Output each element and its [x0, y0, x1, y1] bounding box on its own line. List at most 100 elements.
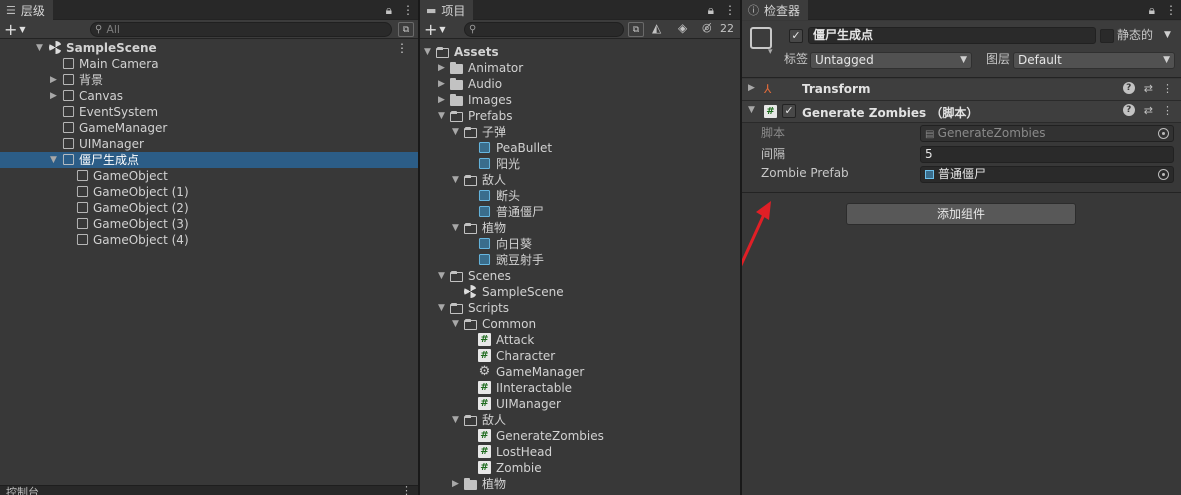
collapse-arrow-icon[interactable]: ▼: [50, 152, 60, 168]
project-tree-item[interactable]: # Attack: [420, 332, 740, 348]
project-tree-item[interactable]: ▼ Prefabs: [420, 108, 740, 124]
project-tree-item[interactable]: 普通僵尸: [420, 204, 740, 220]
hierarchy-item[interactable]: ▼ 僵尸生成点: [0, 152, 418, 168]
filter-label-icon[interactable]: ◈: [678, 21, 687, 35]
expand-arrow-icon[interactable]: ▶: [438, 92, 448, 108]
more-menu-icon[interactable]: ⋮: [402, 3, 414, 17]
collapse-arrow-icon[interactable]: ▼: [452, 412, 462, 428]
more-menu-icon[interactable]: ⋮: [724, 3, 736, 17]
tag-dropdown[interactable]: Untagged ▼: [810, 52, 972, 69]
project-tree-item[interactable]: ▶ 植物: [420, 476, 740, 492]
add-component-button[interactable]: 添加组件: [846, 203, 1076, 225]
expand-arrow-icon[interactable]: ▶: [50, 72, 60, 88]
project-tree-item[interactable]: SampleScene: [420, 284, 740, 300]
collapse-arrow-icon[interactable]: ▼: [452, 316, 462, 332]
collapse-arrow-icon[interactable]: ▼: [424, 44, 434, 60]
collapse-arrow-icon[interactable]: ▼: [452, 172, 462, 188]
expand-arrow-icon[interactable]: ▼: [36, 40, 46, 56]
project-tree-item[interactable]: # Character: [420, 348, 740, 364]
hierarchy-item[interactable]: Main Camera: [0, 56, 418, 72]
project-tree-item[interactable]: 豌豆射手: [420, 252, 740, 268]
project-tree-item[interactable]: PeaBullet: [420, 140, 740, 156]
create-asset-button[interactable]: + ▼: [424, 20, 446, 39]
more-menu-icon[interactable]: ⋮: [1162, 104, 1173, 117]
project-tree-item[interactable]: ▶ Animator: [420, 60, 740, 76]
hierarchy-item[interactable]: GameManager: [0, 120, 418, 136]
more-menu-icon[interactable]: ⋮: [1165, 3, 1177, 17]
zombie-prefab-field[interactable]: 普通僵尸: [920, 166, 1174, 183]
preset-icon[interactable]: ⇄: [1144, 82, 1153, 95]
interval-field[interactable]: 5: [920, 146, 1174, 163]
expand-arrow-icon[interactable]: ▶: [452, 476, 462, 492]
project-tree-item[interactable]: # UIManager: [420, 396, 740, 412]
hierarchy-item[interactable]: GameObject (3): [0, 216, 418, 232]
project-tree-item[interactable]: # Zombie: [420, 460, 740, 476]
expand-arrow-icon[interactable]: ▶: [748, 83, 755, 93]
console-more-icon[interactable]: ⋮: [401, 484, 412, 495]
collapse-arrow-icon[interactable]: ▼: [452, 124, 462, 140]
transform-component-header[interactable]: ▶ ⅄ Transform ? ⇄ ⋮: [742, 79, 1181, 101]
project-tree-item[interactable]: # GenerateZombies: [420, 428, 740, 444]
project-tree-item[interactable]: ▼ Scripts: [420, 300, 740, 316]
collapse-arrow-icon[interactable]: ▼: [438, 300, 448, 316]
hierarchy-search-input[interactable]: ⚲ All: [90, 22, 392, 37]
help-icon[interactable]: ?: [1122, 82, 1135, 94]
more-menu-icon[interactable]: ⋮: [1162, 82, 1173, 95]
scene-row[interactable]: ▼ SampleScene ⋮: [0, 40, 418, 56]
hierarchy-item[interactable]: ▶ 背景: [0, 72, 418, 88]
lock-icon[interactable]: 🔒︎: [1149, 3, 1155, 18]
project-tree-item[interactable]: ▼ Common: [420, 316, 740, 332]
lock-icon[interactable]: 🔒︎: [708, 3, 714, 18]
project-tree-item[interactable]: ▼ Assets: [420, 44, 740, 60]
tab-hierarchy[interactable]: ☰ 层级: [0, 0, 53, 20]
scene-menu-icon[interactable]: ⋮: [396, 40, 408, 56]
lock-icon[interactable]: 🔒︎: [386, 3, 392, 18]
project-tree-item[interactable]: # LostHead: [420, 444, 740, 460]
hierarchy-item[interactable]: GameObject (4): [0, 232, 418, 248]
project-tree-item[interactable]: 向日葵: [420, 236, 740, 252]
hierarchy-item[interactable]: GameObject: [0, 168, 418, 184]
expand-arrow-icon[interactable]: ▶: [438, 60, 448, 76]
hierarchy-item[interactable]: EventSystem: [0, 104, 418, 120]
hierarchy-item[interactable]: ▶ Canvas: [0, 88, 418, 104]
project-tree-item[interactable]: ▼ 敌人: [420, 172, 740, 188]
generate-zombies-component-header[interactable]: ▼ # ✓ Generate Zombies （脚本） ? ⇄ ⋮: [742, 101, 1181, 123]
collapse-arrow-icon[interactable]: ▼: [748, 105, 755, 115]
project-search-input[interactable]: ⚲: [464, 22, 624, 37]
project-tree-item[interactable]: ▼ 子弹: [420, 124, 740, 140]
expand-arrow-icon[interactable]: ▶: [50, 88, 60, 104]
object-name-field[interactable]: 僵尸生成点: [808, 27, 1096, 44]
preset-icon[interactable]: ⇄: [1144, 104, 1153, 117]
project-tree-item[interactable]: ▼ 敌人: [420, 412, 740, 428]
layer-dropdown[interactable]: Default ▼: [1013, 52, 1175, 69]
component-enabled-checkbox[interactable]: ✓: [782, 104, 796, 118]
expand-arrow-icon[interactable]: ▶: [438, 76, 448, 92]
project-tree-item[interactable]: ▼ 植物: [420, 220, 740, 236]
tab-project[interactable]: ▬ 项目: [420, 0, 474, 20]
static-checkbox[interactable]: [1100, 29, 1114, 43]
add-object-button[interactable]: + ▼: [4, 20, 26, 39]
static-dropdown-icon[interactable]: ▼: [1164, 30, 1171, 40]
project-tree-item[interactable]: ▶ Images: [420, 92, 740, 108]
project-tree-item[interactable]: 阳光: [420, 156, 740, 172]
active-checkbox[interactable]: ✓: [789, 29, 803, 43]
project-tree-item[interactable]: # IInteractable: [420, 380, 740, 396]
hierarchy-item[interactable]: UIManager: [0, 136, 418, 152]
collapse-arrow-icon[interactable]: ▼: [452, 220, 462, 236]
project-tree-item[interactable]: ▼ Scenes: [420, 268, 740, 284]
search-by-type-icon[interactable]: ⧉: [628, 22, 644, 37]
hierarchy-item[interactable]: GameObject (1): [0, 184, 418, 200]
project-tree-item[interactable]: ⚙ GameManager: [420, 364, 740, 380]
search-filter-icon[interactable]: ⧉: [398, 22, 414, 37]
collapse-arrow-icon[interactable]: ▼: [438, 268, 448, 284]
hidden-packages-icon[interactable]: ◎̸: [702, 21, 712, 34]
object-picker-icon[interactable]: [1158, 169, 1169, 180]
project-tree-item[interactable]: ▶ Audio: [420, 76, 740, 92]
tab-inspector[interactable]: ⓘ 检查器: [742, 0, 809, 20]
hierarchy-item[interactable]: GameObject (2): [0, 200, 418, 216]
help-icon[interactable]: ?: [1122, 104, 1135, 116]
filter-type-icon[interactable]: ◭: [652, 21, 661, 35]
gameobject-icon[interactable]: [750, 27, 773, 57]
tab-console[interactable]: 控制台: [6, 487, 39, 495]
project-tree-item[interactable]: 断头: [420, 188, 740, 204]
